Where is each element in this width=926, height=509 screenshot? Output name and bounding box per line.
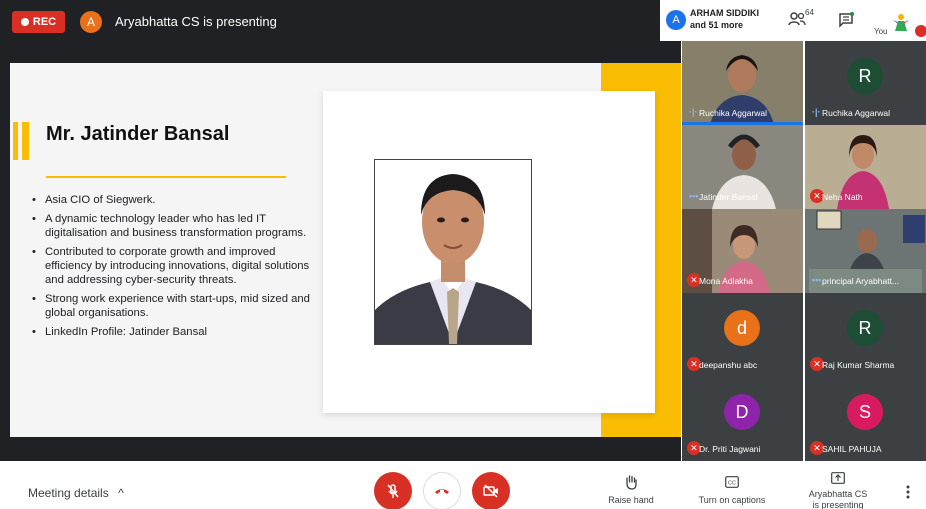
bullet-item: Asia CIO of Siegwerk. xyxy=(32,193,322,207)
participant-tile[interactable]: ✕ Mona Adlakha xyxy=(682,209,803,293)
participant-tile[interactable]: ••• principal Aryabhatt... xyxy=(805,209,926,293)
leave-call-button[interactable] xyxy=(423,472,461,509)
audio-level-icon: ·|· xyxy=(812,107,821,117)
captions-icon[interactable]: CC xyxy=(725,476,739,488)
bottom-bar xyxy=(0,461,926,509)
captions-button[interactable]: Turn on captions xyxy=(687,495,777,506)
participant-tile[interactable]: d ✕ deepanshu abc xyxy=(682,293,803,377)
participant-name: Jatinder Bansal xyxy=(699,192,758,202)
meeting-details-label: Meeting details xyxy=(28,486,109,500)
speaker-portrait-image xyxy=(375,160,531,344)
presenting-line1: Aryabhatta CS xyxy=(808,489,868,499)
participant-tile[interactable]: R ✕ Raj Kumar Sharma xyxy=(805,293,926,377)
mic-toggle-button[interactable] xyxy=(374,472,412,509)
raise-hand-icon[interactable] xyxy=(624,474,638,490)
slide-bullet-list: Asia CIO of Siegwerk. A dynamic technolo… xyxy=(32,193,322,344)
participant-name: deepanshu abc xyxy=(699,360,758,370)
participant-initial-avatar: d xyxy=(724,310,760,346)
participant-initial-avatar: D xyxy=(724,394,760,430)
photo-card xyxy=(323,91,655,413)
participant-name: Neha Nath xyxy=(822,192,863,202)
self-label: You xyxy=(874,27,888,36)
more-options-icon[interactable] xyxy=(905,484,911,500)
recording-badge: REC xyxy=(12,11,65,33)
people-icon[interactable] xyxy=(788,12,806,26)
meeting-details-button[interactable]: Meeting details ^ xyxy=(28,486,124,500)
presentation-slide: Mr. Jatinder Bansal Asia CIO of Siegwerk… xyxy=(10,63,681,437)
participant-summary[interactable]: ARHAM SIDDIKI and 51 more xyxy=(690,7,759,31)
participant-initial-avatar: S xyxy=(847,394,883,430)
participant-initial-avatar: R xyxy=(847,310,883,346)
chevron-up-icon: ^ xyxy=(118,486,124,500)
chat-icon[interactable] xyxy=(838,12,854,28)
recording-label: REC xyxy=(32,16,57,28)
audio-dots-icon: ••• xyxy=(812,275,822,285)
participant-more: and 51 more xyxy=(690,20,744,30)
participant-name: ARHAM SIDDIKI xyxy=(690,8,759,18)
presenting-status: Aryabhatta CS is presenting xyxy=(115,14,277,29)
participant-tile[interactable]: R ·|· Ruchika Aggarwal xyxy=(805,41,926,125)
present-screen-icon[interactable] xyxy=(831,472,845,484)
participant-name: Ruchika Aggarwal xyxy=(699,108,768,118)
bullet-item: Contributed to corporate growth and impr… xyxy=(32,245,322,287)
presenter-avatar: A xyxy=(80,11,102,33)
slide-title: Mr. Jatinder Bansal xyxy=(46,123,230,145)
audio-dots-icon: ••• xyxy=(689,191,699,201)
participant-tile[interactable]: ·|· Ruchika Aggarwal xyxy=(682,41,803,125)
svg-text:CC: CC xyxy=(728,481,736,487)
participant-tile[interactable]: D ✕ Dr. Priti Jagwani xyxy=(682,377,803,461)
raise-hand-button[interactable]: Raise hand xyxy=(586,495,676,506)
participant-name: Raj Kumar Sharma xyxy=(822,360,895,370)
people-count: 64 xyxy=(805,8,814,17)
top-bar: REC A Aryabhatta CS is presenting A ARHA… xyxy=(0,0,926,41)
participant-name: Ruchika Aggarwal xyxy=(822,108,891,118)
bullet-item: A dynamic technology leader who has led … xyxy=(32,212,322,240)
participant-initial-avatar: R xyxy=(847,58,883,94)
participant-tile[interactable]: ✕ Neha Nath xyxy=(805,125,926,209)
audio-level-icon: ·|· xyxy=(689,107,698,117)
record-dot-icon xyxy=(20,18,29,26)
self-video-thumbnail[interactable] xyxy=(890,11,912,33)
participant-name: principal Aryabhatt... xyxy=(822,276,900,286)
participant-tile[interactable]: S ✕ SAHIL PAHUJA xyxy=(805,377,926,461)
bullet-item: Strong work experience with start-ups, m… xyxy=(32,292,322,320)
camera-off-icon xyxy=(483,484,498,498)
participant-name: Dr. Priti Jagwani xyxy=(699,444,761,454)
title-divider xyxy=(46,176,286,178)
meet-window: REC A Aryabhatta CS is presenting A ARHA… xyxy=(0,0,926,509)
bullet-item: LinkedIn Profile: Jatinder Bansal xyxy=(32,325,322,339)
mic-off-icon xyxy=(387,484,399,498)
slide-accent-bar xyxy=(13,122,18,160)
hang-up-icon xyxy=(435,489,449,494)
participant-name: Mona Adlakha xyxy=(699,276,753,286)
participant-avatar[interactable]: A xyxy=(666,10,686,30)
speaker-photo xyxy=(374,159,532,345)
presenting-status-button[interactable]: Aryabhatta CS is presenting xyxy=(793,489,883,509)
presenting-line2: is presenting xyxy=(812,500,864,509)
participant-name: SAHIL PAHUJA xyxy=(822,444,882,454)
self-mic-off-icon xyxy=(915,25,926,37)
slide-accent-bar xyxy=(22,122,29,160)
camera-toggle-button[interactable] xyxy=(472,472,510,509)
participant-tile[interactable]: ••• Jatinder Bansal xyxy=(682,125,803,209)
presentation-stage: Mr. Jatinder Bansal Asia CIO of Siegwerk… xyxy=(0,41,681,461)
